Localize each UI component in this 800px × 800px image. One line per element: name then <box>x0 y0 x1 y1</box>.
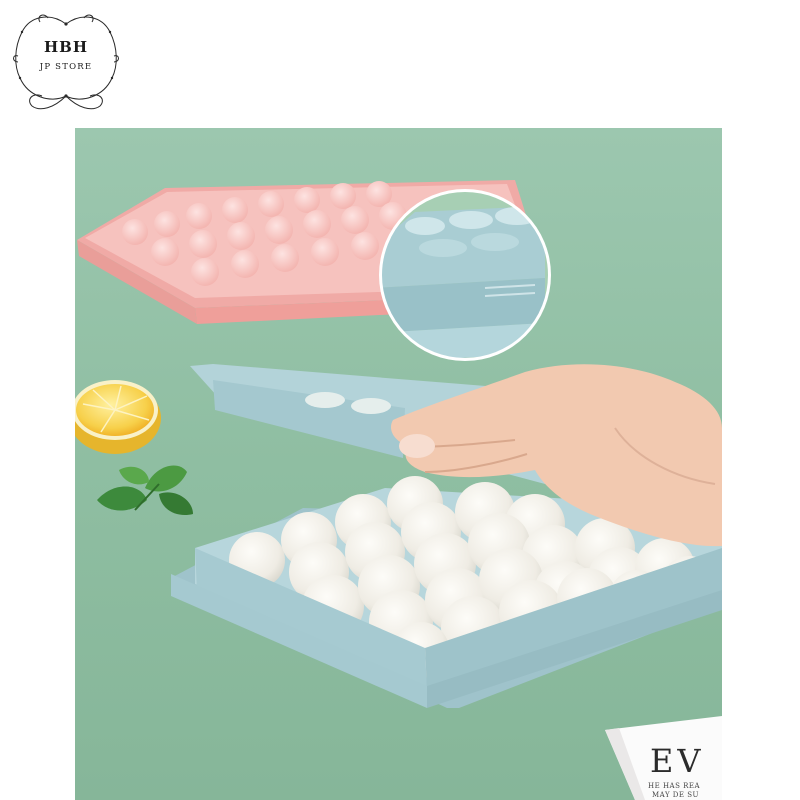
magazine-headline: EV <box>650 742 705 780</box>
store-logo: HBH JP STORE <box>10 10 122 116</box>
logo-store-label: JP STORE <box>39 62 93 72</box>
lemon-slice <box>75 380 161 454</box>
magazine-line-2: MAY DE SU <box>652 791 699 799</box>
product-photo <box>75 128 722 800</box>
product-photo-illustration <box>75 128 722 800</box>
magazine-line-1: HE HAS REA <box>648 782 701 790</box>
magazine-text: EV HE HAS REA MAY DE SU <box>646 742 722 800</box>
logo-brand-name: HBH <box>43 38 89 56</box>
